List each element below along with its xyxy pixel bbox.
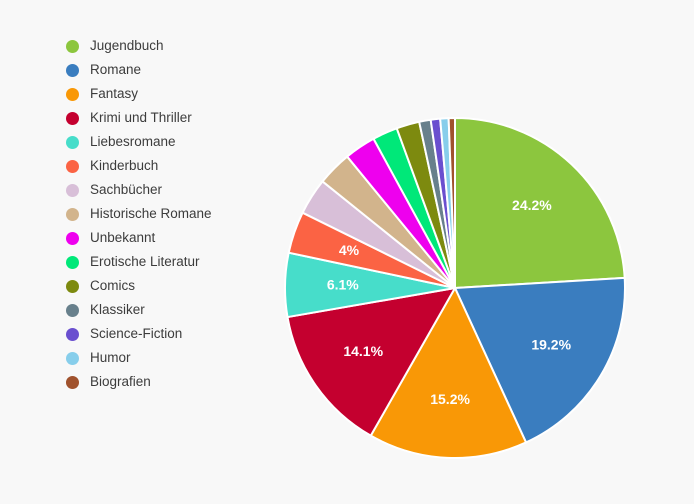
- pie-slice-label: 19.2%: [531, 336, 571, 352]
- pie-chart-figure: Jugendbuch Romane Fantasy Krimi und Thrille…: [0, 0, 694, 504]
- pie-slice-label: 15.2%: [430, 391, 470, 407]
- pie-slice-label: 4%: [339, 242, 360, 258]
- pie-slice-label: 24.2%: [512, 197, 552, 213]
- pie-slice-label: 6.1%: [327, 277, 359, 293]
- pie-slice-label: 14.1%: [343, 343, 383, 359]
- pie-chart-canvas: 24.2% 19.2% 15.2% 14.1% 6.1% 4%: [284, 117, 626, 459]
